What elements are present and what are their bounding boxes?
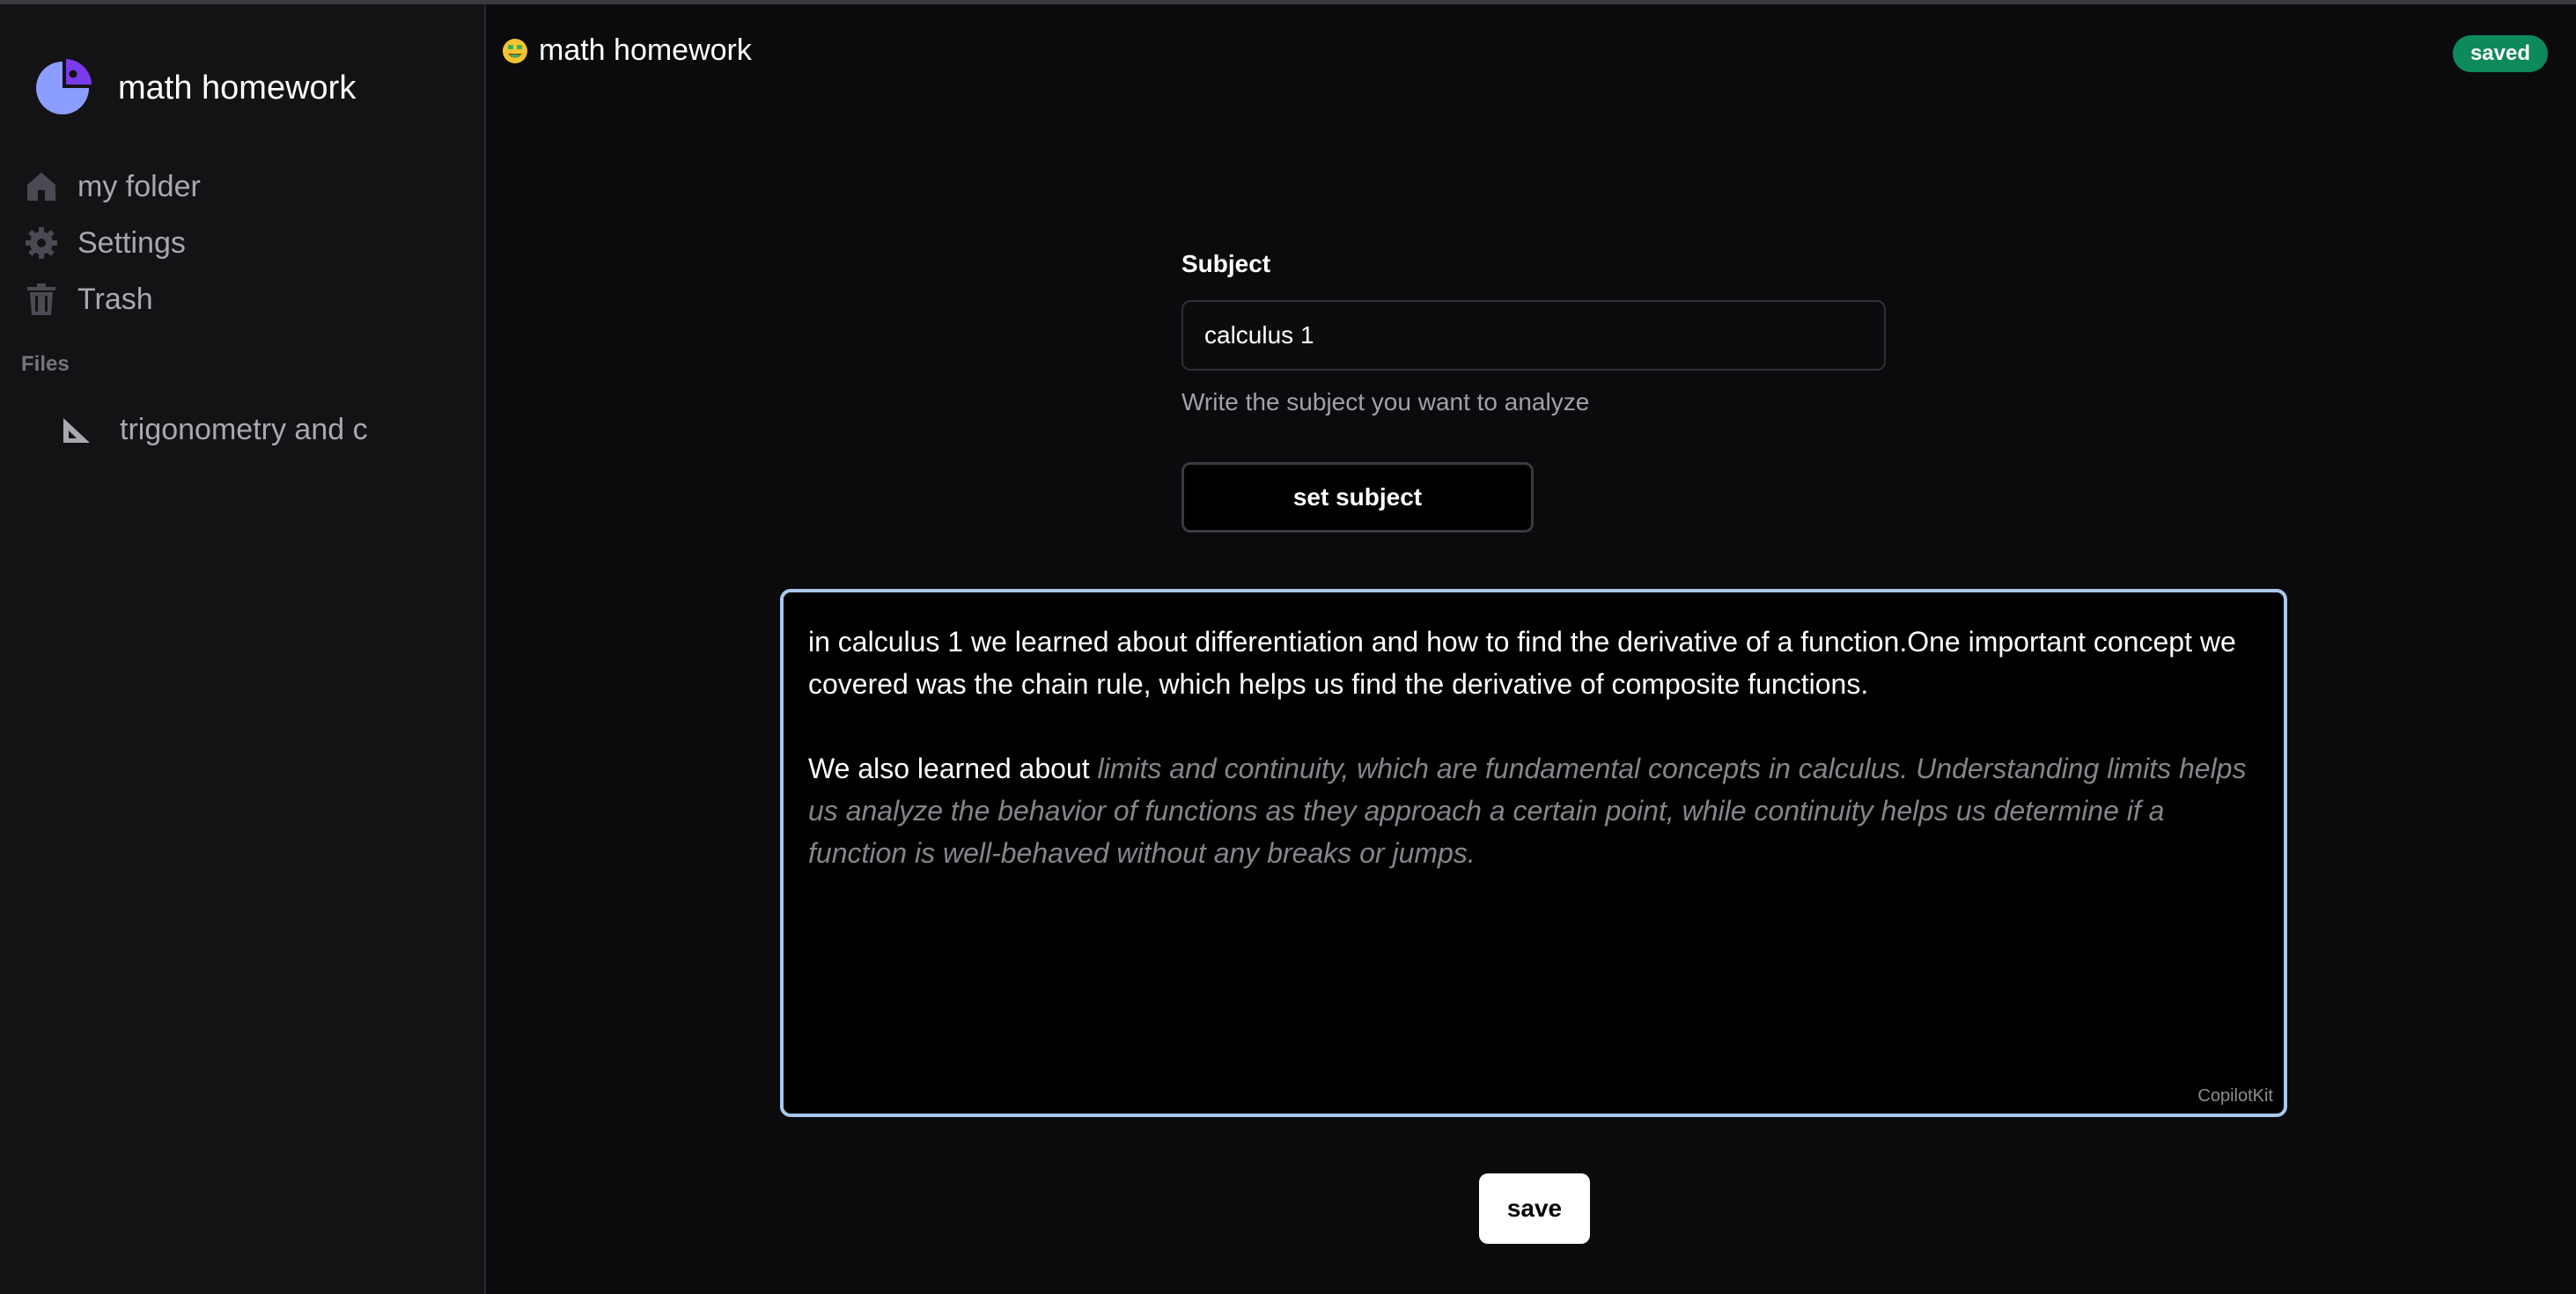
app-name: math homework	[118, 69, 357, 107]
document-title-text: math homework	[539, 33, 752, 67]
subject-hint: Write the subject you want to analyze	[1181, 388, 1590, 415]
editor-paragraph-2: We also learned about limits and continu…	[808, 747, 2259, 874]
sidebar-item-my-folder[interactable]: my folder	[23, 158, 463, 215]
sidebar-item-settings[interactable]: Settings	[23, 215, 463, 271]
subject-input[interactable]	[1181, 300, 1886, 371]
copilot-text-editor[interactable]: in calculus 1 we learned about different…	[780, 589, 2287, 1117]
app-logo-icon	[33, 59, 92, 117]
home-icon	[23, 168, 60, 205]
sidebar-nav: my folder Settings Trash	[23, 158, 463, 327]
copilotkit-brand-tag[interactable]: CopilotKit	[2197, 1086, 2273, 1107]
app-brand[interactable]: math homework	[33, 59, 356, 117]
gear-icon	[23, 224, 60, 261]
trash-icon	[23, 281, 60, 318]
file-item-label: trigonometry and c	[120, 412, 368, 446]
sidebar: math homework my folder Settings Trash F…	[0, 4, 486, 1294]
file-item-trigonometry[interactable]: trigonometry and c	[62, 408, 370, 452]
sidebar-item-trash[interactable]: Trash	[23, 271, 463, 327]
subject-label: Subject	[1181, 250, 1271, 277]
files-section-label: Files	[21, 352, 70, 376]
sidebar-item-label: my folder	[77, 169, 201, 203]
triangle-ruler-icon	[62, 415, 92, 445]
sidebar-item-label: Settings	[77, 225, 186, 260]
save-status-badge: saved	[2452, 35, 2548, 72]
save-button[interactable]: save	[1479, 1173, 1590, 1244]
document-title[interactable]: math homework	[502, 33, 752, 68]
editor-paragraph-1: in calculus 1 we learned about different…	[808, 626, 2236, 700]
typed-text: We also learned about	[808, 753, 1098, 784]
sidebar-item-label: Trash	[77, 282, 153, 316]
money-face-emoji-icon	[502, 38, 528, 64]
set-subject-button[interactable]: set subject	[1181, 462, 1534, 533]
